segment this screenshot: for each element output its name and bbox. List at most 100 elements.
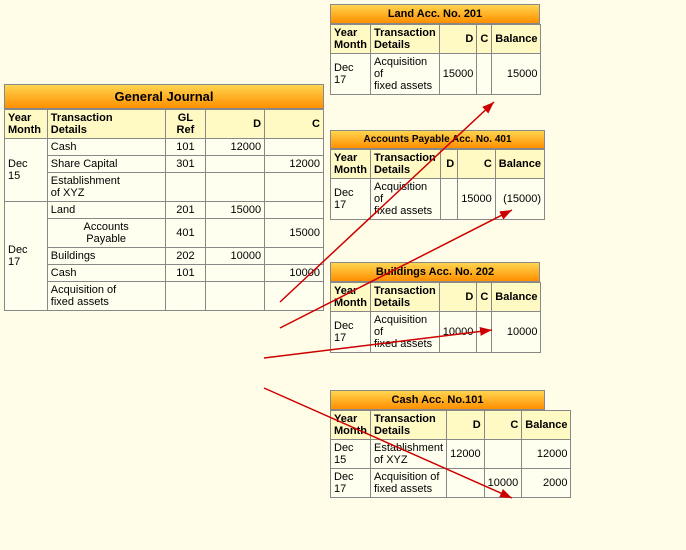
lc-col-c: C (477, 283, 492, 312)
gj-detail: Buildings (47, 248, 165, 265)
gj-gl: 301 (165, 156, 206, 173)
lc-bal: 2000 (522, 469, 571, 498)
gj-c: 15000 (265, 219, 324, 248)
gj-d: 10000 (206, 248, 265, 265)
lc-d (440, 179, 457, 220)
lc-col-c: C (458, 150, 496, 179)
gj-c: 12000 (265, 156, 324, 173)
gj-col-c: C (265, 110, 324, 139)
gj-gl (165, 173, 206, 202)
table-row: Acquisition offixed assets (5, 282, 324, 311)
lc-col-d: D (439, 25, 477, 54)
gj-d (206, 219, 265, 248)
ledger-accounts-payable: Accounts Payable Acc. No. 401 YearMonth … (330, 130, 545, 220)
lc-detail: Acquisition offixed assets (370, 179, 440, 220)
gj-d (206, 156, 265, 173)
general-journal-table: YearMonth TransactionDetails GLRef D C D… (4, 109, 324, 311)
lc-detail: Acquisition offixed assets (370, 54, 439, 95)
ledger-land: Land Acc. No. 201 YearMonth TransactionD… (330, 4, 540, 95)
ledger-ap-table: YearMonth TransactionDetails D C Balance… (330, 149, 545, 220)
ledger-ap-title: Accounts Payable Acc. No. 401 (330, 130, 545, 149)
table-row: Dec17 Acquisition offixed assets 15000 (… (331, 179, 545, 220)
lc-col-bal: Balance (492, 25, 541, 54)
gj-col-details: TransactionDetails (47, 110, 165, 139)
gj-col-gl: GLRef (165, 110, 206, 139)
gj-gl: 101 (165, 139, 206, 156)
gj-c (265, 173, 324, 202)
lc-c (484, 440, 522, 469)
lc-col-d: D (439, 283, 477, 312)
lc-detail: Acquisition offixed assets (370, 469, 446, 498)
gj-detail: Establishmentof XYZ (47, 173, 165, 202)
gj-d (206, 173, 265, 202)
lc-col-det: TransactionDetails (370, 283, 439, 312)
gj-detail: Land (47, 202, 165, 219)
lc-bal: (15000) (495, 179, 544, 220)
lc-bal: 15000 (492, 54, 541, 95)
ledger-buildings-table: YearMonth TransactionDetails D C Balance… (330, 282, 541, 353)
gj-c (265, 282, 324, 311)
table-row: Dec15 Establishmentof XYZ 12000 12000 (331, 440, 571, 469)
gj-c: 10000 (265, 265, 324, 282)
lc-d: 12000 (447, 440, 485, 469)
gj-gl: 201 (165, 202, 206, 219)
ledger-cash-table: YearMonth TransactionDetails D C Balance… (330, 410, 571, 498)
ledger-buildings-title: Buildings Acc. No. 202 (330, 262, 540, 282)
gj-c (265, 248, 324, 265)
table-row: Dec17 Acquisition offixed assets 10000 2… (331, 469, 571, 498)
gj-d (206, 265, 265, 282)
lc-c (477, 54, 492, 95)
lc-date: Dec17 (331, 179, 371, 220)
lc-date: Dec17 (331, 469, 371, 498)
lc-d (447, 469, 485, 498)
table-row: AccountsPayable 401 15000 (5, 219, 324, 248)
lc-col-d: D (447, 411, 485, 440)
gj-d: 12000 (206, 139, 265, 156)
table-row: Cash 101 10000 (5, 265, 324, 282)
ledger-buildings: Buildings Acc. No. 202 YearMonth Transac… (330, 262, 540, 353)
gj-c (265, 139, 324, 156)
ledger-cash-title: Cash Acc. No.101 (330, 390, 545, 410)
gj-detail: Share Capital (47, 156, 165, 173)
lc-date: Dec15 (331, 440, 371, 469)
lc-col-det: TransactionDetails (370, 411, 446, 440)
ledger-land-title: Land Acc. No. 201 (330, 4, 540, 24)
lc-col-ym: YearMonth (331, 25, 371, 54)
lc-date: Dec17 (331, 312, 371, 353)
gj-c (265, 202, 324, 219)
gj-d (206, 282, 265, 311)
gj-date-dec15: Dec15 (5, 139, 48, 202)
lc-d: 15000 (439, 54, 477, 95)
lc-col-bal: Balance (495, 150, 544, 179)
gj-col-d: D (206, 110, 265, 139)
ledger-cash: Cash Acc. No.101 YearMonth TransactionDe… (330, 390, 545, 498)
table-row: Dec17 Land 201 15000 (5, 202, 324, 219)
lc-col-det: TransactionDetails (370, 25, 439, 54)
gj-gl: 401 (165, 219, 206, 248)
lc-col-bal: Balance (492, 283, 541, 312)
gj-detail: AccountsPayable (47, 219, 165, 248)
gj-detail: Cash (47, 265, 165, 282)
lc-col-ym: YearMonth (331, 411, 371, 440)
lc-col-bal: Balance (522, 411, 571, 440)
gj-date-dec17: Dec17 (5, 202, 48, 311)
lc-col-ym: YearMonth (331, 150, 371, 179)
table-row: Share Capital 301 12000 (5, 156, 324, 173)
gj-detail: Acquisition offixed assets (47, 282, 165, 311)
lc-date: Dec17 (331, 54, 371, 95)
gj-detail: Cash (47, 139, 165, 156)
gj-d: 15000 (206, 202, 265, 219)
table-row: Dec15 Cash 101 12000 (5, 139, 324, 156)
table-row: Establishmentof XYZ (5, 173, 324, 202)
lc-bal: 10000 (492, 312, 541, 353)
gj-col-year: YearMonth (5, 110, 48, 139)
table-row: Dec17 Acquisition offixed assets 15000 1… (331, 54, 541, 95)
table-row: Dec17 Acquisition offixed assets 10000 1… (331, 312, 541, 353)
lc-col-c: C (477, 25, 492, 54)
lc-detail: Acquisition offixed assets (370, 312, 439, 353)
gj-gl (165, 282, 206, 311)
lc-bal: 12000 (522, 440, 571, 469)
ledger-land-table: YearMonth TransactionDetails D C Balance… (330, 24, 541, 95)
general-journal: General Journal YearMonth TransactionDet… (4, 84, 324, 311)
gj-gl: 202 (165, 248, 206, 265)
